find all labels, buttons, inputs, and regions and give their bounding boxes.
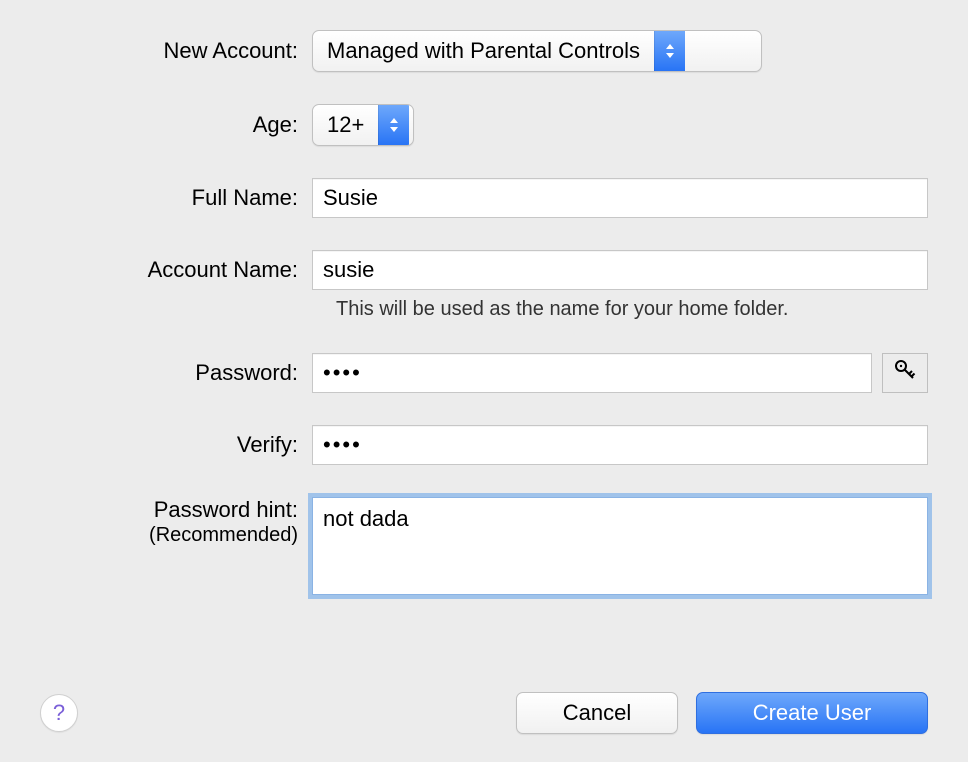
verify-field[interactable] [312, 425, 928, 465]
key-icon [894, 359, 916, 387]
form: New Account: Managed with Parental Contr… [0, 30, 968, 633]
chevron-up-down-icon [378, 105, 409, 145]
age-popup[interactable]: 12+ [312, 104, 414, 146]
help-icon: ? [53, 700, 65, 726]
label-password-hint-sub: (Recommended) [0, 523, 298, 547]
create-user-button-label: Create User [753, 700, 872, 726]
label-verify: Verify: [0, 432, 312, 458]
password-hint-field[interactable] [312, 497, 928, 595]
cancel-button[interactable]: Cancel [516, 692, 678, 734]
label-password-hint: Password hint: (Recommended) [0, 497, 312, 547]
row-age: Age: 12+ [0, 104, 968, 146]
password-assistant-button[interactable] [882, 353, 928, 393]
label-password-hint-main: Password hint: [154, 497, 298, 522]
bottom-bar: ? Cancel Create User [0, 692, 968, 734]
row-new-account: New Account: Managed with Parental Contr… [0, 30, 968, 72]
label-new-account: New Account: [0, 38, 312, 64]
row-verify: Verify: [0, 425, 968, 465]
row-password: Password: [0, 353, 968, 393]
account-name-hint: This will be used as the name for your h… [312, 298, 788, 321]
age-value: 12+ [313, 112, 378, 138]
label-password: Password: [0, 360, 312, 386]
row-password-hint: Password hint: (Recommended) [0, 497, 968, 601]
label-account-name: Account Name: [0, 257, 312, 283]
new-account-popup[interactable]: Managed with Parental Controls [312, 30, 762, 72]
full-name-field[interactable] [312, 178, 928, 218]
row-account-name: Account Name: [0, 250, 968, 290]
password-field[interactable] [312, 353, 872, 393]
chevron-up-down-icon [654, 31, 685, 71]
row-full-name: Full Name: [0, 178, 968, 218]
cancel-button-label: Cancel [563, 700, 631, 726]
create-user-sheet: New Account: Managed with Parental Contr… [0, 0, 968, 762]
create-user-button[interactable]: Create User [696, 692, 928, 734]
help-button[interactable]: ? [40, 694, 78, 732]
row-account-name-hint: This will be used as the name for your h… [0, 298, 968, 321]
account-name-field[interactable] [312, 250, 928, 290]
new-account-value: Managed with Parental Controls [313, 38, 654, 64]
label-age: Age: [0, 112, 312, 138]
label-full-name: Full Name: [0, 185, 312, 211]
